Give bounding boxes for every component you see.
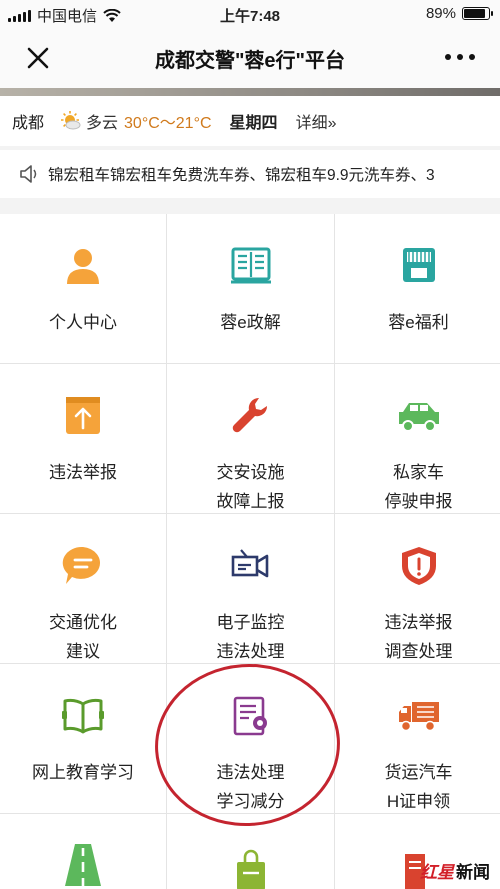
shop-icon: [402, 248, 435, 282]
menu-label: 私家车 停驶申报: [384, 463, 453, 511]
nav-bar: 成都交警"蓉e行"平台: [0, 28, 500, 88]
menu-label: 蓉e福利: [388, 313, 449, 332]
menu-label: 交安设施 故障上报: [216, 463, 285, 511]
weather-city: 成都: [12, 115, 45, 132]
partly-cloudy-icon: [61, 111, 81, 130]
battery-percent: 89%: [425, 5, 456, 22]
chat-bubble-icon: [62, 546, 101, 584]
menu-item-welfare[interactable]: 蓉e福利: [335, 214, 500, 363]
menu-label: 网上教育学习: [32, 763, 134, 782]
menu-label: 蓉e政解: [220, 313, 281, 332]
upload-icon: [66, 397, 100, 434]
person-icon: [67, 249, 99, 284]
wrench-icon: [232, 397, 267, 433]
weather-detail-link[interactable]: 详细»: [296, 109, 337, 133]
menu-item-road[interactable]: [0, 814, 166, 889]
certificate-icon: [233, 696, 267, 736]
menu-item-private-car[interactable]: 私家车 停驶申报: [335, 364, 500, 513]
menu-item-online-education[interactable]: 网上教育学习: [0, 664, 166, 813]
logo-red-text: 红星: [420, 863, 454, 882]
red-star-news-logo: 红星 新闻: [420, 858, 490, 883]
weather-temperature: 30°C～21°C: [124, 115, 212, 132]
weather-weekday: 星期四: [229, 115, 278, 132]
menu-label: 违法处理 学习减分: [216, 763, 285, 811]
menu-item-personal-center[interactable]: 个人中心: [0, 214, 166, 363]
close-icon[interactable]: [22, 42, 54, 74]
menu-label: 货运汽车 H证申领: [384, 763, 453, 811]
status-bar: 中国电信 上午7:48 89%: [0, 0, 500, 28]
notice-text: 锦宏租车锦宏租车免费洗车券、锦宏租车9.9元洗车券、3: [48, 167, 435, 184]
banner-image: [0, 88, 500, 96]
menu-item-facility-fault[interactable]: 交安设施 故障上报: [167, 364, 334, 513]
logo-black-text: 新闻: [456, 863, 490, 882]
menu-label: 违法举报 调查处理: [384, 613, 453, 661]
menu-label: 个人中心: [49, 313, 117, 332]
battery-icon: [462, 7, 493, 20]
menu-item-e-monitor[interactable]: 电子监控 违法处理: [167, 514, 334, 663]
menu-label: 违法举报: [49, 463, 117, 482]
camera-icon: [231, 549, 268, 578]
speaker-icon: [20, 165, 37, 183]
shield-alert-icon: [401, 547, 436, 585]
more-icon[interactable]: [442, 48, 478, 66]
menu-item-policy[interactable]: 蓉e政解: [167, 214, 334, 363]
truck-icon: [398, 702, 439, 732]
menu-item-violation-study[interactable]: 违法处理 学习减分: [167, 664, 334, 813]
function-grid: 个人中心 蓉e政解 蓉e福利 违法举报 交安设施 故障上报 私家车 停驶申报 交…: [0, 214, 500, 889]
open-book-icon: [62, 698, 104, 734]
notice-bar[interactable]: 锦宏租车锦宏租车免费洗车券、锦宏租车9.9元洗车券、3: [0, 150, 500, 198]
car-icon: [398, 403, 439, 432]
book-icon: [230, 247, 271, 284]
page-title: 成都交警"蓉e行"平台: [154, 50, 346, 72]
menu-item-shop[interactable]: [167, 814, 334, 889]
menu-item-traffic-suggestion[interactable]: 交通优化 建议: [0, 514, 166, 663]
menu-item-violation-report[interactable]: 违法举报: [0, 364, 166, 513]
menu-label: 电子监控 违法处理: [216, 613, 285, 661]
menu-label: 交通优化 建议: [49, 613, 117, 661]
weather-condition: 多云: [86, 115, 119, 132]
road-icon: [65, 844, 101, 886]
menu-item-truck-permit[interactable]: 货运汽车 H证申领: [335, 664, 500, 813]
menu-item-report-investigation[interactable]: 违法举报 调查处理: [335, 514, 500, 663]
weather-bar: 成都 多云 30°C～21°C 星期四 详细»: [0, 96, 500, 146]
bag-icon: [236, 849, 265, 889]
